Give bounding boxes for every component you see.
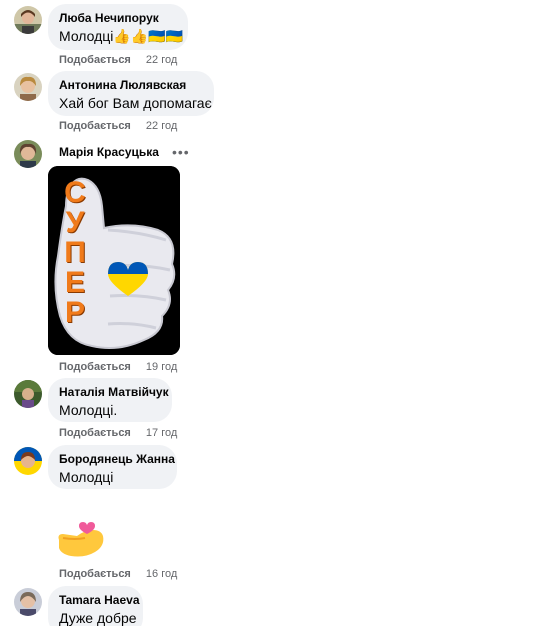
comment-actions: Подобається 22 год [59,119,177,133]
comment-text: Дуже добре [59,610,137,626]
comment-author[interactable]: Наталія Матвійчук [59,385,169,400]
comment-author[interactable]: Марія Красуцька [59,145,159,159]
comment-text: Хай бог Вам допомагає [59,95,212,111]
more-options-icon[interactable]: ••• [172,144,190,160]
comment-text: Молодці👍👍🇺🇦🇺🇦 [59,28,184,44]
comment-actions: Подобається 17 год [59,426,177,440]
like-button[interactable]: Подобається [59,568,131,580]
comment-text: Молодці. [59,402,118,418]
comment-author[interactable]: Люба Нечипорук [59,11,176,26]
comment-actions: Подобається 22 год [59,53,177,67]
comment-actions: Подобається 19 год [59,360,177,374]
like-button[interactable]: Подобається [59,120,131,132]
comment-timestamp[interactable]: 16 год [146,568,177,580]
comment-author[interactable]: Tamara Haeva [59,593,140,608]
comment-bubble: Бородянець Жанна Молодці [48,445,177,489]
comment-timestamp[interactable]: 19 год [146,361,177,373]
like-button[interactable]: Подобається [59,361,131,373]
avatar[interactable] [14,447,42,475]
avatar[interactable] [14,380,42,408]
comment-timestamp[interactable]: 17 год [146,427,177,439]
like-button[interactable]: Подобається [59,427,131,439]
comment-author[interactable]: Бородянець Жанна [59,452,175,467]
like-button[interactable]: Подобається [59,54,131,66]
hand-with-heart-emoji [55,522,107,558]
avatar[interactable] [14,73,42,101]
comment-actions: Подобається 16 год [59,567,177,581]
avatar[interactable] [14,140,42,168]
comment-author[interactable]: Антонина Люлявская [59,78,202,93]
thumbs-up-super-sticker[interactable]: СУПЕР [48,166,180,355]
comment-timestamp[interactable]: 22 год [146,120,177,132]
avatar[interactable] [14,588,42,616]
avatar[interactable] [14,6,42,34]
comment-bubble: Люба Нечипорук Молодці👍👍🇺🇦🇺🇦 [48,4,188,50]
comment-bubble: Наталія Матвійчук Молодці. [48,378,172,422]
comment-text: Молодці [59,469,114,485]
comment-bubble: Антонина Люлявская Хай бог Вам допомагає [48,71,214,116]
comments-feed: Люба Нечипорук Молодці👍👍🇺🇦🇺🇦 Подобається… [0,0,552,626]
comment-timestamp[interactable]: 22 год [146,54,177,66]
comment-bubble: Tamara Haeva Дуже добре [48,586,143,626]
sticker-text: СУПЕР [64,176,86,329]
